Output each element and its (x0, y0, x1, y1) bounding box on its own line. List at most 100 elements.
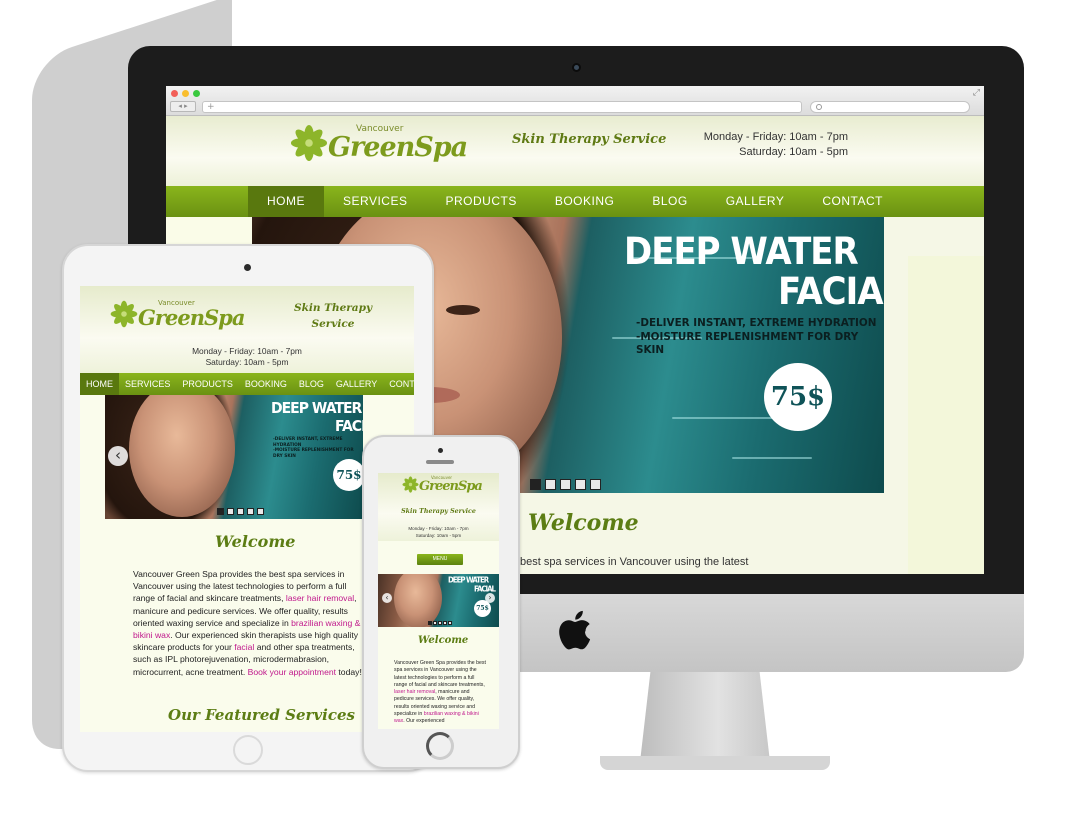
hours-weekday: Monday - Friday: 10am - 7pm (703, 131, 848, 143)
iphone-site-logo[interactable]: Vancouver GreenSpa (402, 476, 483, 494)
hero-eye-right (446, 305, 480, 315)
link-book-appointment[interactable]: Book your appointment (248, 667, 336, 677)
chevron-left-icon[interactable]: ‹ (382, 593, 392, 603)
lotus-flower-icon (110, 300, 138, 328)
iphone-camera-icon (438, 448, 443, 453)
tagline: Skin Therapy Service (512, 132, 667, 147)
slide-dot[interactable] (217, 508, 224, 515)
imac-stand-foot (600, 756, 830, 770)
slide-dot[interactable] (438, 621, 442, 625)
main-navigation: HOME SERVICES PRODUCTS BOOKING BLOG GALL… (166, 186, 984, 217)
back-forward-icon[interactable]: ◂ ▸ (170, 101, 196, 112)
nav-item-gallery[interactable]: GALLERY (330, 373, 383, 395)
device-mockup-stage: ◂ ▸ + ⤢ Vancouver GreenSpa Skin Therapy … (0, 0, 1066, 816)
hero-title-line1: DEEP WATER (624, 229, 859, 274)
hero-title-line2: FACIAL (335, 417, 363, 436)
ipad-home-button[interactable] (233, 735, 263, 765)
iphone-speaker (426, 460, 454, 464)
link-laser-hair-removal[interactable]: laser hair removal (286, 593, 354, 603)
lotus-flower-icon (402, 476, 419, 493)
slide-dot[interactable] (448, 621, 452, 625)
nav-item-home[interactable]: HOME (248, 186, 325, 217)
browser-search-field[interactable] (810, 101, 970, 113)
nav-item-blog[interactable]: BLOG (633, 186, 706, 217)
expand-icon[interactable]: ⤢ (973, 89, 980, 98)
welcome-heading: Welcome (528, 510, 639, 536)
nav-item-contact[interactable]: CONTACT (803, 186, 902, 217)
nav-item-booking[interactable]: BOOKING (239, 373, 293, 395)
nav-item-products[interactable]: PRODUCTS (426, 186, 535, 217)
link-laser-hair-removal[interactable]: laser hair removal (394, 689, 435, 695)
iphone-screen: Vancouver GreenSpa Skin Therapy Service … (378, 473, 499, 729)
nav-item-gallery[interactable]: GALLERY (707, 186, 804, 217)
new-tab-icon[interactable]: + (207, 102, 215, 112)
ipad-hero-slider[interactable]: DEEP WATER FACIAL -DELIVER INSTANT, EXTR… (105, 395, 363, 519)
nav-item-contact[interactable]: CONTACT (383, 373, 414, 395)
hero-model-face (394, 574, 442, 627)
address-bar[interactable]: + (202, 101, 802, 113)
hero-title-line2: FACIAL (778, 269, 884, 314)
browser-toolbar: ◂ ▸ + ⤢ (166, 86, 984, 116)
welcome-heading: Welcome (418, 635, 469, 646)
slide-dot[interactable] (560, 479, 571, 490)
iphone-opening-hours: Monday - Friday: 10am - 7pm Saturday: 10… (378, 525, 499, 539)
slide-dot[interactable] (237, 508, 244, 515)
nav-item-booking[interactable]: BOOKING (536, 186, 634, 217)
welcome-snippet: best spa services in Vancouver using the… (520, 556, 749, 568)
featured-services-heading: Our Featured Services (168, 706, 355, 724)
slide-dot[interactable] (443, 621, 447, 625)
content-side-right (908, 256, 984, 574)
nav-item-products[interactable]: PRODUCTS (176, 373, 239, 395)
apple-logo-icon (559, 610, 591, 650)
close-window-button[interactable] (171, 90, 178, 97)
slide-dot[interactable] (257, 508, 264, 515)
slide-dot[interactable] (545, 479, 556, 490)
ipad-navigation: HOME SERVICES PRODUCTS BOOKING BLOG GALL… (80, 373, 414, 395)
text-run: . Our experienced (403, 718, 445, 725)
nav-item-home[interactable]: HOME (80, 373, 119, 395)
zoom-window-button[interactable] (193, 90, 200, 97)
logo-main-text: GreenSpa (328, 132, 468, 163)
menu-button[interactable]: MENU (417, 554, 463, 565)
slide-indicators (217, 508, 264, 515)
price-badge: 75$ (764, 363, 832, 431)
imac-stand-neck (640, 672, 770, 762)
magnifier-icon (816, 104, 822, 110)
iphone-hero-slider[interactable]: DEEP WATER FACIAL 75$ (378, 574, 499, 627)
lotus-flower-icon (290, 124, 328, 162)
hero-title-line1: DEEP WATER (271, 399, 362, 418)
welcome-heading: Welcome (215, 532, 296, 551)
iphone-tagline: Skin Therapy Service (401, 508, 476, 515)
ipad-camera-icon (244, 264, 251, 271)
slide-dot[interactable] (575, 479, 586, 490)
hours-saturday: Saturday: 10am - 5pm (205, 357, 289, 367)
slide-dot[interactable] (247, 508, 254, 515)
nav-item-services[interactable]: SERVICES (324, 186, 426, 217)
hours-weekday: Monday - Friday: 10am - 7pm (192, 346, 302, 356)
slide-indicators (530, 479, 601, 490)
link-facial[interactable]: facial (234, 642, 254, 652)
welcome-paragraph: Vancouver Green Spa provides the best sp… (394, 660, 486, 726)
minimize-window-button[interactable] (182, 90, 189, 97)
logo-main-text: GreenSpa (138, 305, 245, 330)
hero-bullet: -DELIVER INSTANT, EXTREME HYDRATION (273, 437, 343, 448)
hero-bullet: -MOISTURE REPLENISHMENT FOR DRY SKIN (273, 448, 354, 459)
hours-weekday: Monday - Friday: 10am - 7pm (408, 526, 469, 531)
tagline-line: Skin Therapy (294, 302, 373, 314)
slide-dot[interactable] (227, 508, 234, 515)
slide-dot[interactable] (428, 621, 432, 625)
site-logo[interactable]: Vancouver GreenSpa (290, 124, 468, 163)
iphone-home-button[interactable] (426, 732, 454, 760)
hero-bullets: -DELIVER INSTANT, EXTREME HYDRATION -MOI… (273, 437, 363, 459)
ipad-site-logo[interactable]: Vancouver GreenSpa (110, 300, 245, 330)
logo-main-text: GreenSpa (419, 479, 483, 494)
slide-dot[interactable] (530, 479, 541, 490)
chevron-right-icon[interactable]: › (485, 593, 495, 603)
nav-item-blog[interactable]: BLOG (293, 373, 330, 395)
slide-dot[interactable] (433, 621, 437, 625)
water-ripple (732, 457, 812, 459)
nav-item-services[interactable]: SERVICES (119, 373, 176, 395)
chevron-left-icon[interactable]: ‹ (108, 446, 128, 466)
imac-camera-icon (572, 63, 581, 72)
slide-dot[interactable] (590, 479, 601, 490)
